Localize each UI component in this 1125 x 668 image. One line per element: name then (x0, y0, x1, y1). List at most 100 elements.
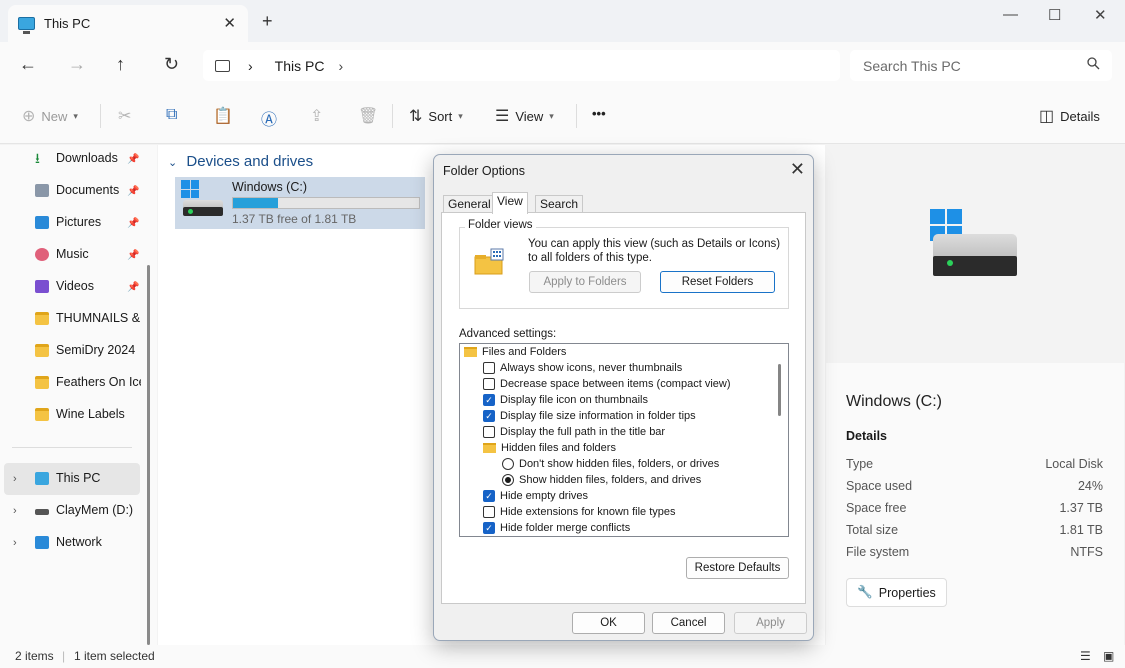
breadcrumb-sep-icon: › (248, 57, 253, 74)
reset-folders-button[interactable]: Reset Folders (660, 271, 775, 293)
cancel-button[interactable]: Cancel (652, 612, 725, 634)
details-label: Details (1060, 108, 1100, 124)
checkbox-checked[interactable]: ✓ (483, 410, 495, 422)
details-title: Windows (C:) (846, 393, 943, 410)
tiles-view-icon[interactable]: ▣ (1103, 649, 1114, 663)
sidebar-item-feathers-on-ice[interactable]: Feathers On Ice (35, 375, 141, 389)
details-view-icon[interactable]: ☰ (1080, 649, 1091, 663)
tab-close-icon[interactable]: ✕ (223, 14, 236, 32)
maximize-button[interactable]: ☐ (1048, 6, 1061, 24)
apply-button[interactable]: Apply (734, 612, 807, 634)
checkbox[interactable] (483, 506, 495, 518)
apply-to-folders-button[interactable]: Apply to Folders (529, 271, 641, 293)
sidebar-item-claymem[interactable]: ClayMem (D:) (35, 503, 141, 517)
pin-icon[interactable]: 📌 (127, 282, 139, 293)
pin-icon[interactable]: 📌 (127, 154, 139, 165)
drive-tile-windows-c[interactable]: Windows (C:) 1.37 TB free of 1.81 TB (175, 177, 425, 229)
sidebar-scrollbar[interactable] (147, 265, 150, 645)
delete-button[interactable]: 🗑 (358, 106, 378, 126)
details-row-space-free: Space free 1.37 TB (846, 501, 1103, 515)
sidebar-item-network[interactable]: Network (35, 535, 141, 549)
status-bar: 2 items | 1 item selected ☰ ▣ (0, 645, 1125, 668)
checkbox[interactable] (483, 426, 495, 438)
option-file-size-tips[interactable]: ✓ Display file size information in folder… (483, 408, 696, 424)
option-show-hidden[interactable]: Show hidden files, folders, and drives (502, 472, 701, 488)
refresh-button[interactable]: ↻ (164, 54, 179, 75)
sidebar-item-label: SemiDry 2024 (56, 343, 136, 357)
dialog-title: Folder Options (443, 164, 525, 178)
radio-button[interactable] (502, 458, 514, 470)
pin-icon[interactable]: 📌 (127, 186, 139, 197)
sidebar-item-downloads[interactable]: ⭳ Downloads (35, 151, 141, 165)
option-full-path-title[interactable]: Display the full path in the title bar (483, 424, 665, 440)
sidebar-item-semidry-2024[interactable]: SemiDry 2024 (35, 343, 141, 357)
back-button[interactable]: ← (19, 54, 37, 75)
option-hide-empty-drives[interactable]: ✓ Hide empty drives (483, 488, 588, 504)
sidebar-item-wine-labels[interactable]: Wine Labels (35, 407, 141, 421)
close-window-button[interactable]: ✕ (1094, 6, 1107, 24)
tab-search[interactable]: Search (535, 195, 584, 213)
forward-button[interactable]: → (68, 54, 86, 75)
tab-general[interactable]: General (443, 195, 496, 213)
radio-button-selected[interactable] (502, 474, 514, 486)
pin-icon[interactable]: 📌 (127, 218, 139, 229)
expand-chevron-icon[interactable]: › (13, 505, 17, 517)
list-scrollbar[interactable] (778, 364, 781, 416)
rename-button[interactable]: Ⓐ (261, 106, 277, 130)
breadcrumb-chevron-icon[interactable]: › (338, 58, 343, 74)
title-bar: This PC ✕ + — ☐ ✕ (0, 0, 1125, 42)
search-box[interactable]: Search This PC (850, 50, 1112, 81)
option-dont-show-hidden[interactable]: Don't show hidden files, folders, or dri… (502, 456, 719, 472)
sidebar-item-thumnails[interactable]: THUMNAILS & T (35, 311, 141, 325)
share-button[interactable]: ⇪ (310, 106, 323, 126)
hard-drive-icon (183, 200, 223, 216)
sidebar-item-documents[interactable]: Documents (35, 183, 141, 197)
copy-button[interactable]: ⧉ (166, 106, 177, 124)
downloads-icon: ⭳ (35, 151, 40, 165)
option-hide-extensions[interactable]: Hide extensions for known file types (483, 504, 675, 520)
collapse-chevron-icon: ⌄ (168, 157, 178, 169)
expand-chevron-icon[interactable]: › (13, 473, 17, 485)
tab-this-pc[interactable]: This PC ✕ (8, 5, 248, 42)
new-button[interactable]: ⊕ New ▾ (22, 106, 78, 126)
checkbox[interactable] (483, 378, 495, 390)
option-file-icon-thumbnails[interactable]: ✓ Display file icon on thumbnails (483, 392, 648, 408)
cut-button[interactable]: ✂ (118, 106, 131, 126)
details-pane-button[interactable]: ◫ Details (1039, 106, 1100, 126)
checkbox-checked[interactable]: ✓ (483, 490, 495, 502)
option-compact-view[interactable]: Decrease space between items (compact vi… (483, 376, 730, 392)
option-always-show-icons[interactable]: Always show icons, never thumbnails (483, 360, 682, 376)
folder-views-description: You can apply this view (such as Details… (528, 238, 781, 264)
sidebar-item-label: ClayMem (D:) (56, 503, 134, 517)
restore-defaults-button[interactable]: Restore Defaults (686, 557, 789, 579)
paste-button[interactable]: 📋 (213, 106, 233, 126)
view-button[interactable]: ☰ View ▾ (495, 106, 554, 126)
checkbox-checked[interactable]: ✓ (483, 522, 495, 534)
group-header[interactable]: ⌄ Devices and drives (168, 153, 313, 170)
pin-icon[interactable]: 📌 (127, 250, 139, 261)
checkbox-checked[interactable]: ✓ (483, 394, 495, 406)
properties-button[interactable]: 🔧 Properties (846, 578, 947, 607)
minimize-button[interactable]: — (1003, 6, 1018, 23)
sidebar-item-label: Music (56, 247, 89, 261)
new-tab-button[interactable]: + (262, 11, 273, 32)
sidebar-item-this-pc[interactable]: This PC (35, 471, 141, 485)
checkbox[interactable] (483, 362, 495, 374)
up-button[interactable]: ↑ (116, 54, 125, 75)
network-icon (35, 535, 49, 549)
sidebar-item-pictures[interactable]: Pictures (35, 215, 141, 229)
ok-button[interactable]: OK (572, 612, 645, 634)
advanced-settings-list[interactable]: Files and Folders Always show icons, nev… (459, 343, 789, 537)
dialog-close-button[interactable]: ✕ (790, 159, 805, 180)
sort-button[interactable]: ⇅ Sort ▾ (409, 106, 463, 126)
address-bar[interactable]: › This PC › (203, 50, 840, 81)
option-hide-merge-conflicts[interactable]: ✓ Hide folder merge conflicts (483, 520, 630, 536)
sidebar-item-label: Pictures (56, 215, 102, 229)
sidebar-item-videos[interactable]: Videos (35, 279, 141, 293)
tab-view[interactable]: View (492, 192, 528, 214)
more-options-button[interactable]: ••• (592, 106, 606, 121)
sidebar-item-music[interactable]: Music (35, 247, 141, 261)
details-row-type: Type Local Disk (846, 457, 1103, 471)
expand-chevron-icon[interactable]: › (13, 537, 17, 549)
breadcrumb-this-pc[interactable]: This PC (275, 58, 325, 74)
